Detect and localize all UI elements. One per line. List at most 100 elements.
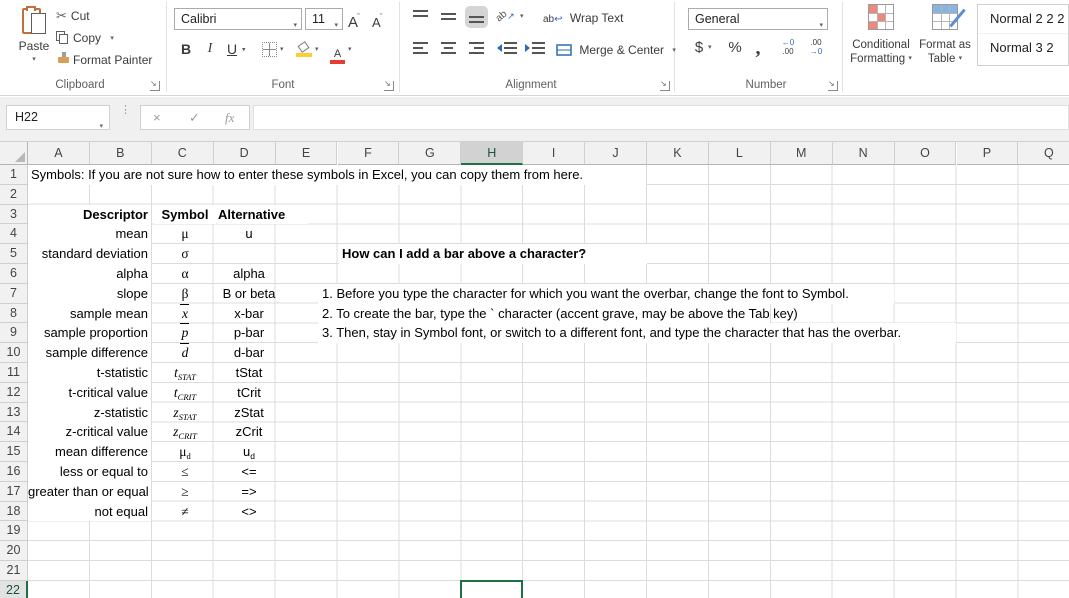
underline-button[interactable]: U bbox=[224, 38, 240, 60]
cell-help-title[interactable]: How can I add a bar above a character? bbox=[339, 244, 647, 264]
row-header-15[interactable]: 15 bbox=[0, 442, 28, 462]
merge-center-button[interactable]: Merge & Center ▾ bbox=[556, 40, 676, 60]
cut-button[interactable]: ✂Cut bbox=[56, 6, 90, 26]
borders-button[interactable]: ▾ bbox=[262, 38, 284, 60]
clipboard-dialog-launcher[interactable]: ↘ bbox=[150, 81, 160, 91]
cell-alternative-row12[interactable]: tCrit bbox=[218, 383, 280, 403]
currency-format-button[interactable]: $ bbox=[692, 36, 706, 60]
cell-alternative-row18[interactable]: <> bbox=[218, 502, 280, 522]
cell-descriptor-row7[interactable]: slope bbox=[28, 284, 151, 304]
row-header-22[interactable]: 22 bbox=[0, 581, 28, 598]
cell-alternative-row17[interactable]: => bbox=[218, 482, 280, 502]
cell-descriptor-row16[interactable]: less or equal to bbox=[28, 462, 151, 482]
row-header-12[interactable]: 12 bbox=[0, 383, 28, 403]
row-header-3[interactable]: 3 bbox=[0, 205, 28, 225]
cell-symbol-row9[interactable]: p bbox=[154, 323, 216, 343]
cell-symbol-row6[interactable]: α bbox=[154, 264, 216, 284]
column-header-K[interactable]: K bbox=[647, 142, 709, 165]
select-all-button[interactable] bbox=[0, 142, 28, 165]
increase-indent-button[interactable] bbox=[524, 40, 546, 56]
cell-descriptor-row9[interactable]: sample proportion bbox=[28, 323, 151, 343]
cell-descriptor-row4[interactable]: mean bbox=[28, 224, 151, 244]
format-as-table-button[interactable]: Format as Table ▾ bbox=[913, 4, 977, 66]
cell-symbol-row14[interactable]: zCRIT bbox=[154, 422, 216, 442]
row-header-5[interactable]: 5 bbox=[0, 244, 28, 264]
cell-help-item-3[interactable]: 3. Then, stay in Symbol font, or switch … bbox=[318, 323, 956, 343]
column-header-E[interactable]: E bbox=[276, 142, 338, 165]
cell-D3-alternative-header[interactable]: Alternative bbox=[218, 205, 308, 225]
number-format-combo[interactable]: General ▾ bbox=[688, 8, 828, 30]
font-size-combo[interactable]: 11 ▾ bbox=[305, 8, 343, 30]
row-header-10[interactable]: 10 bbox=[0, 343, 28, 363]
increase-decimal-button[interactable]: ←0.00 bbox=[776, 38, 800, 56]
cell-C3-symbol-header[interactable]: Symbol bbox=[154, 205, 216, 225]
row-header-4[interactable]: 4 bbox=[0, 224, 28, 244]
align-bottom-button[interactable] bbox=[468, 9, 485, 25]
cell-descriptor-row12[interactable]: t-critical value bbox=[28, 383, 151, 403]
row-header-13[interactable]: 13 bbox=[0, 403, 28, 423]
cell-symbol-row10[interactable]: d bbox=[154, 343, 216, 363]
italic-button[interactable]: I bbox=[202, 38, 218, 60]
cell-alternative-row7[interactable]: B or beta bbox=[218, 284, 280, 304]
row-header-2[interactable]: 2 bbox=[0, 185, 28, 205]
column-header-P[interactable]: P bbox=[957, 142, 1019, 165]
cell-descriptor-row11[interactable]: t-statistic bbox=[28, 363, 151, 383]
comma-format-button[interactable]: , bbox=[752, 36, 764, 60]
conditional-formatting-button[interactable]: Conditional Formatting ▾ bbox=[849, 4, 913, 66]
row-header-11[interactable]: 11 bbox=[0, 363, 28, 383]
column-header-C[interactable]: C bbox=[152, 142, 214, 165]
row-header-16[interactable]: 16 bbox=[0, 462, 28, 482]
align-middle-button[interactable] bbox=[440, 9, 457, 25]
row-header-21[interactable]: 21 bbox=[0, 561, 28, 581]
cell-symbol-row13[interactable]: zSTAT bbox=[154, 403, 216, 423]
cell-descriptor-row13[interactable]: z-statistic bbox=[28, 403, 151, 423]
row-header-20[interactable]: 20 bbox=[0, 541, 28, 561]
cell-symbol-row17[interactable]: ≥ bbox=[154, 482, 216, 502]
column-header-I[interactable]: I bbox=[523, 142, 585, 165]
cell-symbol-row12[interactable]: tCRIT bbox=[154, 383, 216, 403]
copy-button[interactable]: Copy ▾ bbox=[56, 28, 114, 48]
chevron-down-icon[interactable]: ▾ bbox=[708, 36, 712, 60]
row-header-14[interactable]: 14 bbox=[0, 422, 28, 442]
column-header-L[interactable]: L bbox=[709, 142, 771, 165]
column-header-B[interactable]: B bbox=[90, 142, 152, 165]
column-header-D[interactable]: D bbox=[214, 142, 276, 165]
column-header-N[interactable]: N bbox=[833, 142, 895, 165]
cell-B3-descriptor-header[interactable]: Descriptor bbox=[28, 205, 151, 225]
insert-function-icon[interactable]: fx bbox=[225, 106, 234, 129]
cell-alternative-row6[interactable]: alpha bbox=[218, 264, 280, 284]
formula-input[interactable] bbox=[253, 105, 1069, 130]
increase-font-size-button[interactable]: Aˆ bbox=[348, 6, 360, 28]
cell-alternative-row4[interactable]: u bbox=[218, 224, 280, 244]
cell-symbol-row16[interactable]: ≤ bbox=[154, 462, 216, 482]
decrease-font-size-button[interactable]: Aˇ bbox=[372, 6, 383, 28]
cell-alternative-row9[interactable]: p-bar bbox=[218, 323, 280, 343]
row-header-6[interactable]: 6 bbox=[0, 264, 28, 284]
cancel-icon[interactable]: × bbox=[153, 106, 161, 129]
selected-cell[interactable] bbox=[460, 580, 523, 598]
bold-button[interactable]: B bbox=[178, 38, 194, 60]
alignment-dialog-launcher[interactable]: ↘ bbox=[660, 81, 670, 91]
row-header-18[interactable]: 18 bbox=[0, 502, 28, 522]
row-header-19[interactable]: 19 bbox=[0, 521, 28, 541]
name-box[interactable]: H22 ▾ bbox=[6, 105, 110, 130]
decrease-decimal-button[interactable]: .00→0 bbox=[804, 38, 828, 56]
enter-icon[interactable]: ✓ bbox=[189, 106, 200, 129]
cell-symbol-row5[interactable]: σ bbox=[154, 244, 216, 264]
cell-alternative-row16[interactable]: <= bbox=[218, 462, 280, 482]
cell-descriptor-row5[interactable]: standard deviation bbox=[28, 244, 151, 264]
cell-symbol-row18[interactable]: ≠ bbox=[154, 502, 216, 522]
align-right-button[interactable] bbox=[468, 40, 485, 56]
cell-alternative-row15[interactable]: ud bbox=[218, 442, 280, 462]
cell-alternative-row11[interactable]: tStat bbox=[218, 363, 280, 383]
cell-alternative-row8[interactable]: x-bar bbox=[218, 304, 280, 324]
cell-help-item-2[interactable]: 2. To create the bar, type the ` charact… bbox=[318, 304, 770, 324]
cell-symbol-row11[interactable]: tSTAT bbox=[154, 363, 216, 383]
cell-descriptor-row14[interactable]: z-critical value bbox=[28, 422, 151, 442]
font-color-button[interactable]: A▾ bbox=[330, 38, 352, 60]
cell-descriptor-row17[interactable]: greater than or equal to bbox=[28, 482, 151, 502]
cell-alternative-row14[interactable]: zCrit bbox=[218, 422, 280, 442]
column-header-H[interactable]: H bbox=[461, 142, 523, 165]
fill-color-button[interactable]: ▾ bbox=[296, 38, 319, 60]
number-dialog-launcher[interactable]: ↘ bbox=[828, 81, 838, 91]
